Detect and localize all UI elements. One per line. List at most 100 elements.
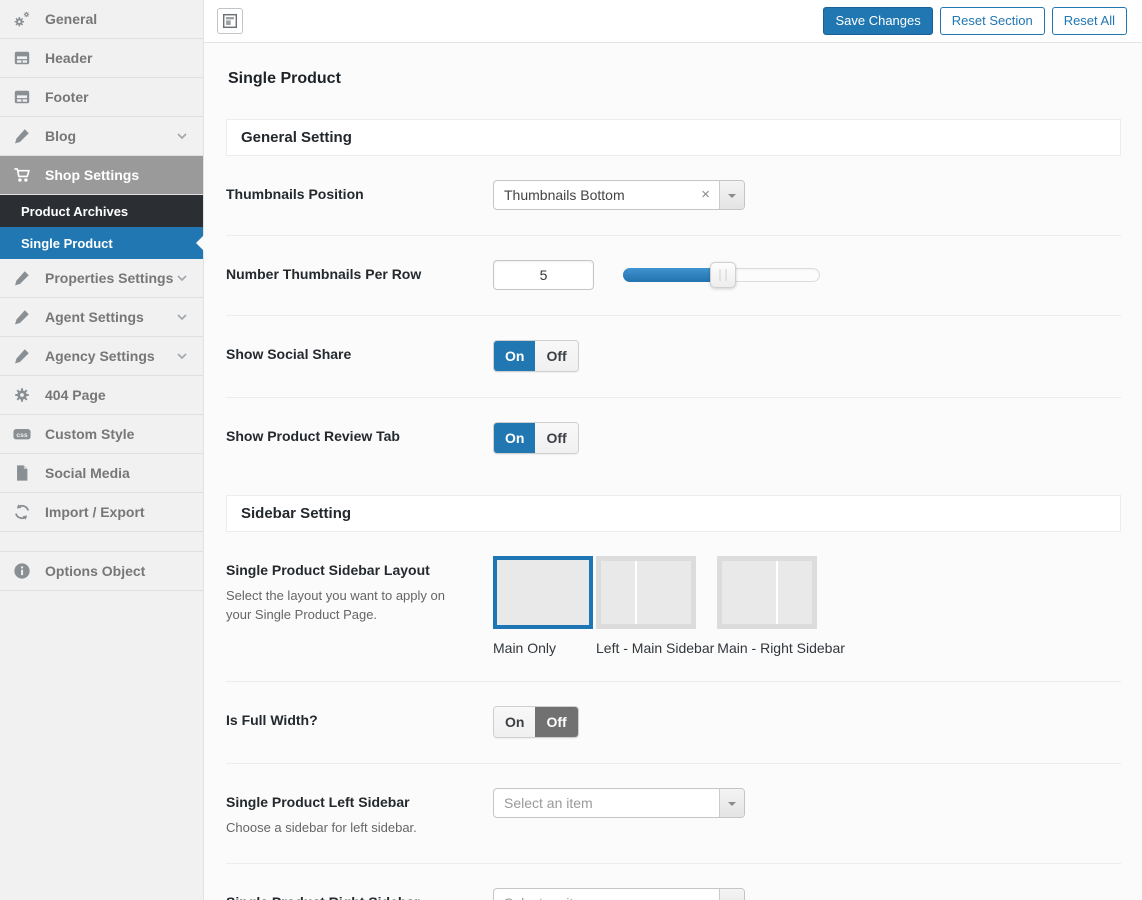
select-placeholder: Select an item bbox=[494, 795, 719, 811]
full-width-toggle: On Off bbox=[493, 706, 579, 738]
field-row-thumbnails-position: Thumbnails Position Thumbnails Bottom × bbox=[226, 156, 1121, 236]
sidebar-subitem-label: Product Archives bbox=[21, 204, 128, 219]
settings-sidebar: General Header Footer Blog Shop Settings… bbox=[0, 0, 204, 900]
sidebar-item-general[interactable]: General bbox=[0, 0, 203, 39]
thumbnails-position-select[interactable]: Thumbnails Bottom × bbox=[493, 180, 745, 210]
svg-text:css: css bbox=[16, 432, 28, 439]
layout-thumbnail bbox=[493, 556, 593, 629]
thumbnails-per-row-slider[interactable] bbox=[623, 268, 820, 282]
field-description: Select the layout you want to apply on y… bbox=[226, 587, 471, 625]
sidebar-item-header[interactable]: Header bbox=[0, 39, 203, 78]
main-panel: Save Changes Reset Section Reset All Sin… bbox=[204, 0, 1142, 900]
sidebar-item-label: 404 Page bbox=[45, 387, 106, 403]
field-control: Select an item bbox=[493, 788, 1121, 838]
sidebar-item-label: Options Object bbox=[45, 563, 145, 579]
options-toolbar: Save Changes Reset Section Reset All bbox=[204, 0, 1142, 43]
field-control: On Off bbox=[493, 422, 1121, 454]
toggle-on-option[interactable]: On bbox=[494, 423, 535, 453]
sidebar-subitem-label: Single Product bbox=[21, 236, 113, 251]
save-changes-button[interactable]: Save Changes bbox=[823, 7, 932, 35]
sidebar-filler bbox=[0, 591, 203, 900]
sidebar-item-blog[interactable]: Blog bbox=[0, 117, 203, 156]
clear-selection-icon[interactable]: × bbox=[695, 186, 719, 205]
field-label-text: Number Thumbnails Per Row bbox=[226, 266, 493, 282]
toggle-on-option[interactable]: On bbox=[494, 341, 535, 371]
slider-handle[interactable] bbox=[710, 262, 736, 288]
review-tab-toggle: On Off bbox=[493, 422, 579, 454]
panel-icon bbox=[13, 48, 33, 68]
panel-icon bbox=[13, 87, 33, 107]
layout-option-main-right-sidebar[interactable]: Main - Right Sidebar bbox=[717, 556, 845, 656]
pencil-icon bbox=[13, 268, 33, 288]
field-label: Single Product Sidebar Layout Select the… bbox=[226, 556, 493, 656]
sidebar-item-label: Footer bbox=[45, 89, 89, 105]
layout-main-column bbox=[722, 561, 776, 624]
toggle-on-option[interactable]: On bbox=[494, 707, 535, 737]
sidebar-item-social-media[interactable]: Social Media bbox=[0, 454, 203, 493]
sidebar-item-options-object[interactable]: Options Object bbox=[0, 552, 203, 591]
sidebar-item-agency-settings[interactable]: Agency Settings bbox=[0, 337, 203, 376]
select-value: Thumbnails Bottom bbox=[494, 187, 695, 203]
reset-all-button[interactable]: Reset All bbox=[1052, 7, 1127, 35]
field-label: Thumbnails Position bbox=[226, 180, 493, 210]
reset-section-button[interactable]: Reset Section bbox=[940, 7, 1045, 35]
left-sidebar-select[interactable]: Select an item bbox=[493, 788, 745, 818]
field-label-text: Single Product Sidebar Layout bbox=[226, 562, 493, 578]
field-control: Main Only Left - Main Sidebar bbox=[493, 556, 1121, 656]
sidebar-item-label: Agency Settings bbox=[45, 348, 155, 364]
field-control: Select an item bbox=[493, 888, 1121, 900]
field-label: Single Product Left Sidebar Choose a sid… bbox=[226, 788, 493, 838]
sidebar-item-label: Properties Settings bbox=[45, 270, 173, 286]
sidebar-item-shop-settings[interactable]: Shop Settings bbox=[0, 156, 203, 195]
sidebar-item-footer[interactable]: Footer bbox=[0, 78, 203, 117]
sidebar-item-404-page[interactable]: 404 Page bbox=[0, 376, 203, 415]
field-label: Number Thumbnails Per Row bbox=[226, 260, 493, 290]
social-share-toggle: On Off bbox=[493, 340, 579, 372]
toggle-off-option[interactable]: Off bbox=[535, 423, 577, 453]
layout-main-column bbox=[637, 561, 691, 624]
pencil-icon bbox=[13, 346, 33, 366]
settings-page: Single Product General Setting Thumbnail… bbox=[204, 43, 1142, 900]
layout-option-label: Main - Right Sidebar bbox=[717, 640, 845, 656]
sidebar-subitem-single-product[interactable]: Single Product bbox=[0, 227, 203, 259]
field-label-text: Thumbnails Position bbox=[226, 186, 493, 202]
select-arrow-box[interactable] bbox=[719, 789, 744, 817]
field-row-right-sidebar: Single Product Right Sidebar Choose a si… bbox=[226, 864, 1121, 900]
sidebar-item-import-export[interactable]: Import / Export bbox=[0, 493, 203, 532]
field-row-show-social-share: Show Social Share On Off bbox=[226, 316, 1121, 398]
section-sidebar-setting: Sidebar Setting bbox=[226, 495, 1121, 532]
layout-option-left-main-sidebar[interactable]: Left - Main Sidebar bbox=[596, 556, 714, 656]
layout-sidebar-column bbox=[778, 561, 812, 624]
sidebar-item-label: Import / Export bbox=[45, 504, 145, 520]
field-control: On Off bbox=[493, 706, 1121, 738]
field-control bbox=[493, 260, 1121, 290]
sidebar-item-label: Agent Settings bbox=[45, 309, 144, 325]
sidebar-item-label: Shop Settings bbox=[45, 167, 139, 183]
app-window: General Header Footer Blog Shop Settings… bbox=[0, 0, 1142, 900]
field-label-text: Show Social Share bbox=[226, 346, 493, 362]
sidebar-item-custom-style[interactable]: css Custom Style bbox=[0, 415, 203, 454]
toggle-layout-button[interactable] bbox=[217, 8, 243, 34]
layout-thumbnail bbox=[596, 556, 696, 629]
sidebar-layout-options: Main Only Left - Main Sidebar bbox=[493, 556, 848, 656]
toggle-off-option[interactable]: Off bbox=[535, 707, 577, 737]
toggle-off-option[interactable]: Off bbox=[535, 341, 577, 371]
sidebar-item-properties-settings[interactable]: Properties Settings bbox=[0, 259, 203, 298]
field-description: Choose a sidebar for left sidebar. bbox=[226, 819, 471, 838]
select-arrow-box[interactable] bbox=[719, 181, 744, 209]
field-row-left-sidebar: Single Product Left Sidebar Choose a sid… bbox=[226, 764, 1121, 864]
sidebar-subitem-product-archives[interactable]: Product Archives bbox=[0, 195, 203, 227]
layout-option-main-only[interactable]: Main Only bbox=[493, 556, 593, 656]
toolbar-actions: Save Changes Reset Section Reset All bbox=[823, 7, 1127, 35]
right-sidebar-select[interactable]: Select an item bbox=[493, 888, 745, 900]
select-arrow-box[interactable] bbox=[719, 889, 744, 900]
thumbnails-per-row-input[interactable] bbox=[493, 260, 594, 290]
cart-icon bbox=[13, 165, 33, 185]
chevron-down-icon bbox=[174, 309, 190, 325]
sidebar-item-agent-settings[interactable]: Agent Settings bbox=[0, 298, 203, 337]
layout-main-column bbox=[497, 560, 589, 625]
chevron-down-icon bbox=[174, 270, 190, 286]
sync-icon bbox=[13, 502, 33, 522]
layout-thumbnail bbox=[717, 556, 817, 629]
field-label: Show Social Share bbox=[226, 340, 493, 372]
